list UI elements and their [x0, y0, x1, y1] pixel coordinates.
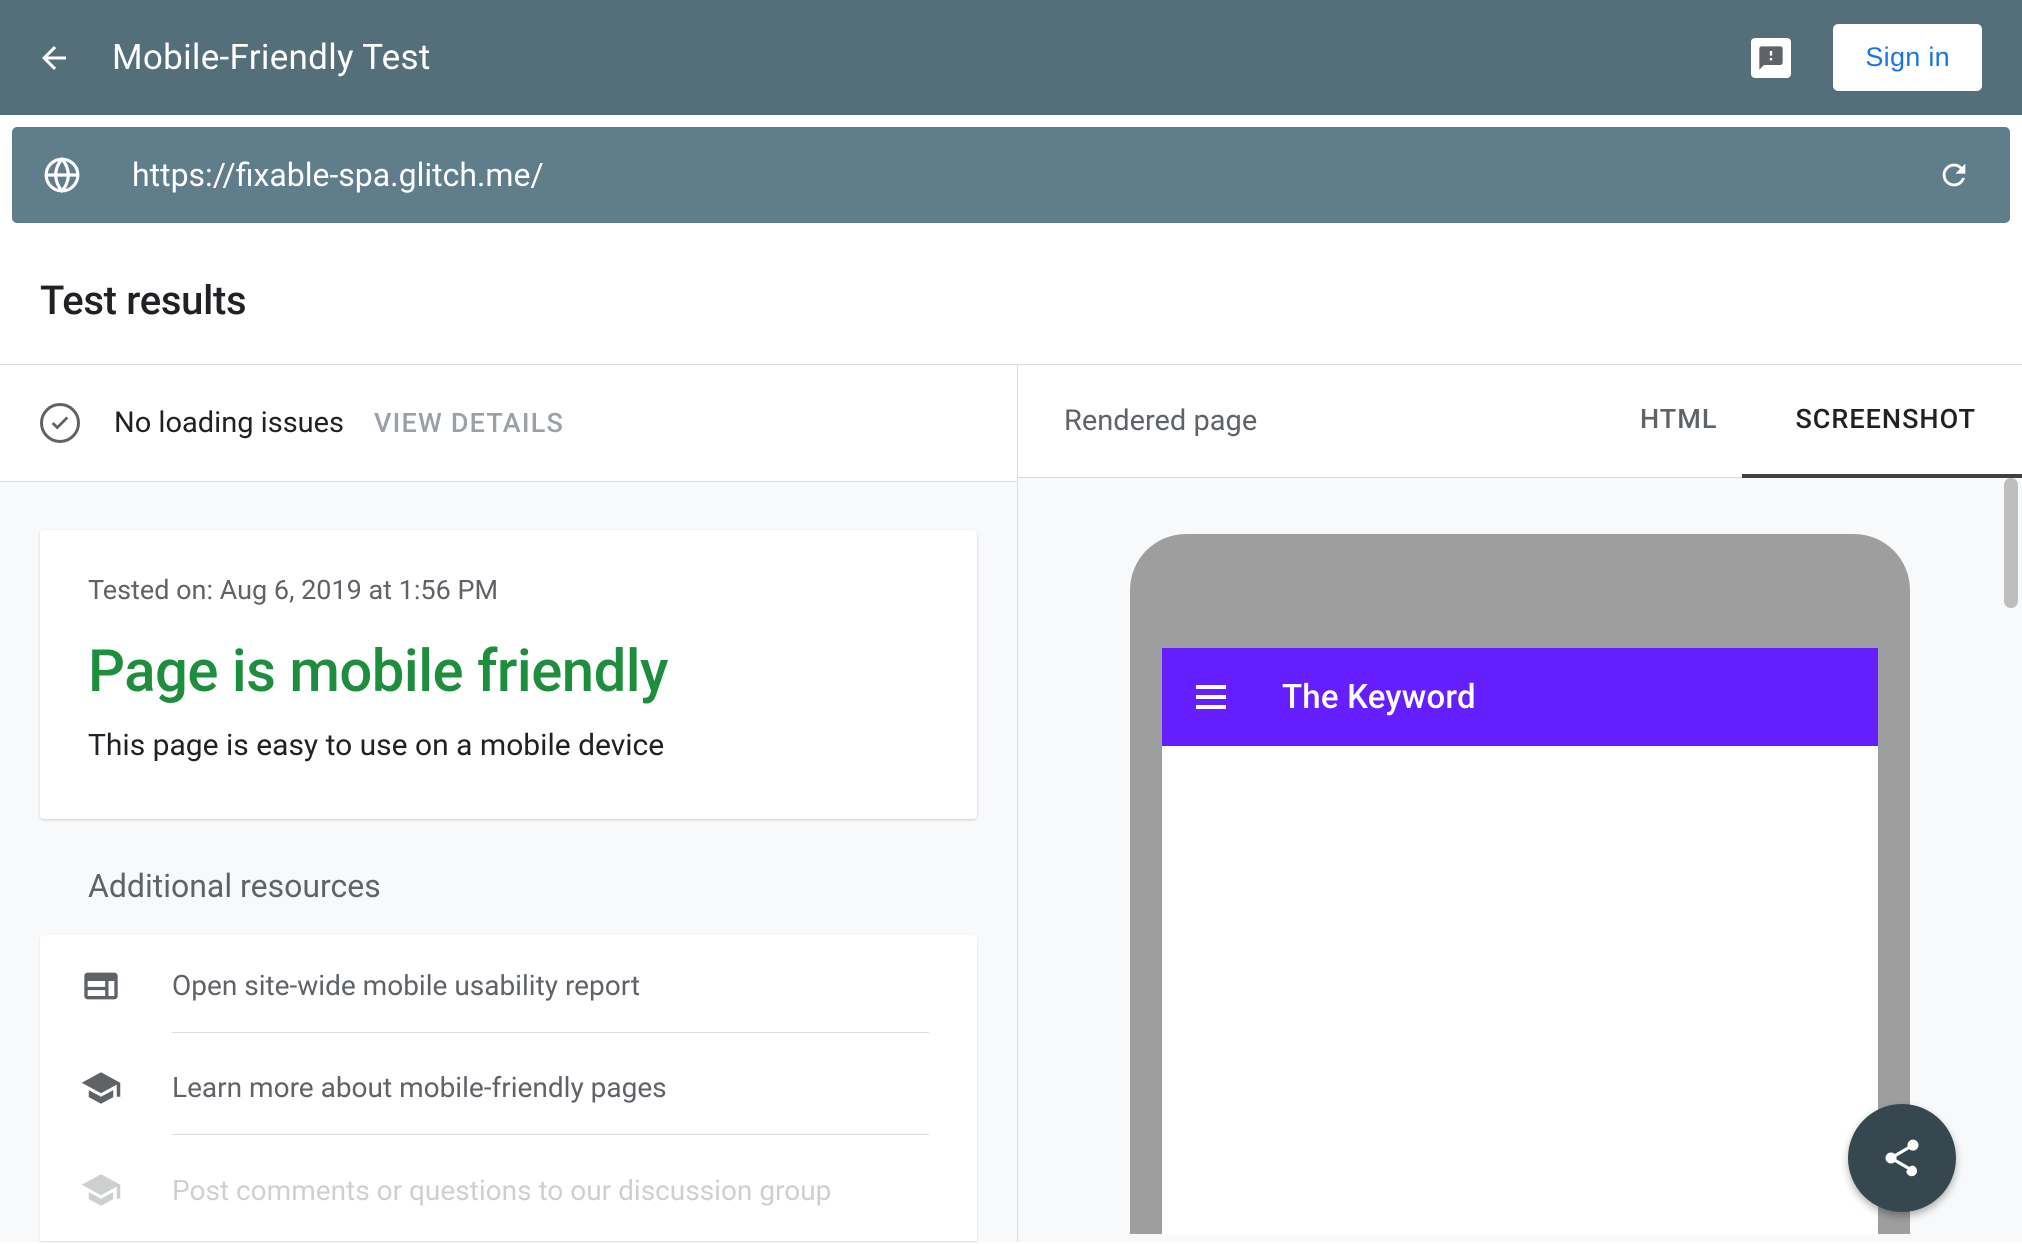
hamburger-icon [1196, 685, 1226, 709]
rendered-title: Rendered page [1064, 404, 1562, 438]
rendered-header: Rendered page HTML SCREENSHOT [1018, 365, 2022, 478]
resources-list: Open site-wide mobile usability report L… [40, 935, 977, 1241]
reload-icon[interactable] [1936, 157, 1972, 193]
resource-item[interactable]: Post comments or questions to our discus… [40, 1139, 977, 1241]
resource-label: Open site-wide mobile usability report [172, 969, 929, 1002]
signin-button[interactable]: Sign in [1833, 24, 1982, 91]
preview-site-header: The Keyword [1162, 648, 1878, 746]
phone-frame: The Keyword [1130, 534, 1910, 1234]
web-icon [80, 965, 122, 1007]
result-heading: Page is mobile friendly [88, 638, 929, 706]
resource-item[interactable]: Learn more about mobile-friendly pages [40, 1037, 977, 1139]
right-panel: Rendered page HTML SCREENSHOT The Keywor… [1018, 365, 2022, 1242]
tab-html[interactable]: HTML [1640, 403, 1717, 439]
content-area: No loading issues VIEW DETAILS Tested on… [0, 365, 2022, 1242]
loading-status-row: No loading issues VIEW DETAILS [0, 365, 1017, 482]
check-circle-icon [40, 403, 80, 443]
school-icon [80, 1067, 122, 1109]
phone-screen: The Keyword [1162, 648, 1878, 1234]
back-arrow-icon[interactable] [36, 40, 72, 76]
result-card: Tested on: Aug 6, 2019 at 1:56 PM Page i… [40, 530, 977, 819]
resources-title: Additional resources [88, 867, 977, 905]
result-subtext: This page is easy to use on a mobile dev… [88, 728, 929, 763]
app-header: Mobile-Friendly Test Sign in [0, 0, 2022, 115]
loading-status-text: No loading issues [114, 406, 344, 440]
tested-on-text: Tested on: Aug 6, 2019 at 1:56 PM [88, 574, 929, 606]
url-bar: https://fixable-spa.glitch.me/ [12, 127, 2010, 223]
globe-icon [42, 155, 82, 195]
resource-label: Learn more about mobile-friendly pages [172, 1071, 929, 1104]
preview-scrollbar[interactable] [2004, 478, 2018, 608]
resource-label: Post comments or questions to our discus… [172, 1174, 929, 1207]
url-input[interactable]: https://fixable-spa.glitch.me/ [132, 156, 1936, 194]
results-title: Test results [40, 277, 1982, 324]
view-details-link[interactable]: VIEW DETAILS [374, 407, 564, 439]
tab-screenshot[interactable]: SCREENSHOT [1795, 403, 1976, 439]
share-fab[interactable] [1848, 1104, 1956, 1212]
resource-item[interactable]: Open site-wide mobile usability report [40, 935, 977, 1037]
results-header: Test results [0, 235, 2022, 365]
left-panel: No loading issues VIEW DETAILS Tested on… [0, 365, 1018, 1242]
feedback-button[interactable] [1751, 38, 1791, 78]
school-icon [80, 1169, 122, 1211]
app-title: Mobile-Friendly Test [112, 37, 1751, 78]
preview-site-title: The Keyword [1282, 678, 1476, 717]
